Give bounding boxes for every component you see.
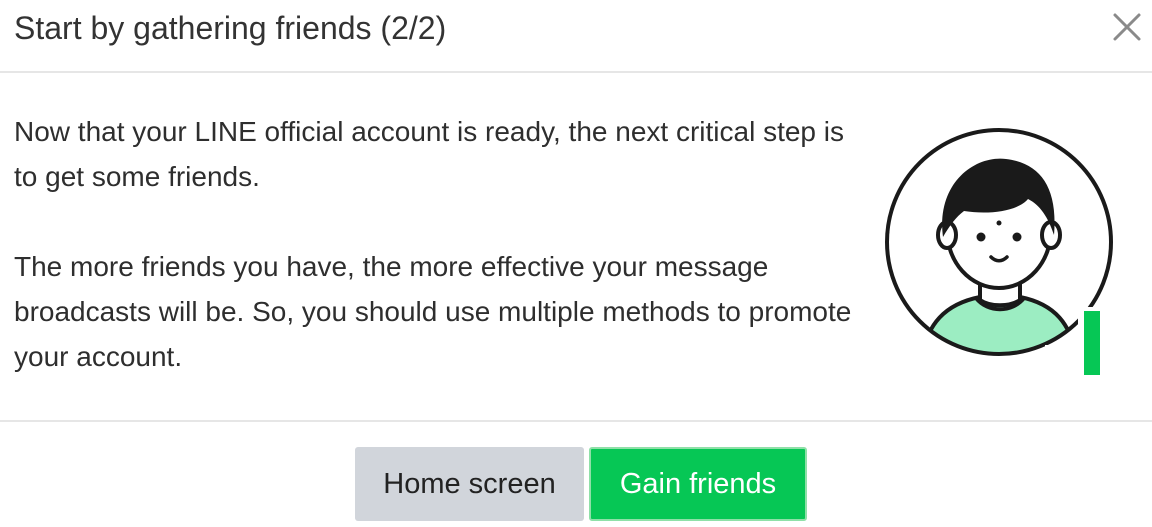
- message-paragraph-1: Now that your LINE official account is r…: [14, 116, 845, 192]
- dialog-title: Start by gathering friends (2/2): [14, 10, 447, 46]
- close-button[interactable]: [1108, 8, 1146, 46]
- message-paragraph-2: The more friends you have, the more effe…: [14, 251, 852, 372]
- close-icon: [1113, 13, 1141, 41]
- dialog: Start by gathering friends (2/2) Now tha…: [0, 0, 1152, 527]
- add-friend-avatar-icon: [885, 128, 1135, 375]
- home-screen-button[interactable]: Home screen: [355, 447, 584, 521]
- dialog-footer: Home screen Gain friends: [0, 422, 1152, 527]
- dialog-body: Now that your LINE official account is r…: [0, 73, 1152, 422]
- dialog-message: Now that your LINE official account is r…: [14, 109, 860, 379]
- gain-friends-button[interactable]: Gain friends: [589, 447, 807, 521]
- dialog-header: Start by gathering friends (2/2): [0, 0, 1152, 73]
